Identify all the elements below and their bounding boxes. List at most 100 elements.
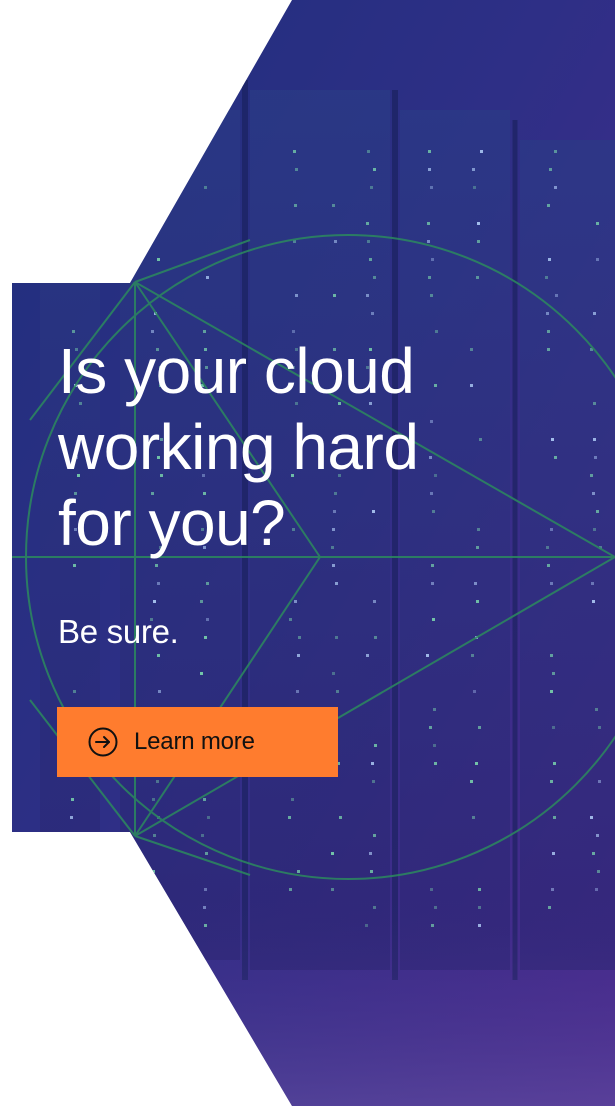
rack-light	[155, 150, 158, 153]
rack-light	[204, 186, 207, 189]
rack-light	[158, 186, 161, 189]
rack-light	[201, 834, 204, 837]
rack-light	[596, 222, 599, 225]
rack-light	[473, 186, 476, 189]
rack-light	[200, 600, 203, 603]
rack-light	[548, 258, 551, 261]
rack-light	[156, 780, 159, 783]
rack-light	[333, 294, 336, 297]
arrow-right-circle-icon	[88, 727, 118, 757]
rack-light	[550, 654, 553, 657]
rack-light	[373, 276, 376, 279]
rack-light	[296, 690, 299, 693]
rack-light	[331, 852, 334, 855]
rack-light	[598, 726, 601, 729]
rack-light	[593, 438, 596, 441]
rack-light	[427, 240, 430, 243]
rack-light	[428, 276, 431, 279]
rack-light	[373, 168, 376, 171]
rack-light	[203, 798, 206, 801]
rack-light	[545, 276, 548, 279]
rack-light	[430, 888, 433, 891]
rack-light	[79, 258, 82, 261]
rack-light	[334, 240, 337, 243]
rack-light	[335, 582, 338, 585]
rack-light	[297, 870, 300, 873]
rack-light	[366, 654, 369, 657]
rack-light	[597, 870, 600, 873]
rack-light	[477, 222, 480, 225]
rack-light	[374, 636, 377, 639]
rack-light	[157, 654, 160, 657]
rack-light	[596, 258, 599, 261]
rack-light	[297, 654, 300, 657]
rack-light	[371, 312, 374, 315]
rack-light	[431, 564, 434, 567]
rack-light	[367, 150, 370, 153]
rack-light	[473, 690, 476, 693]
rack-light	[153, 600, 156, 603]
rack-light	[553, 762, 556, 765]
learn-more-label: Learn more	[134, 728, 255, 755]
subline: Be sure.	[58, 613, 179, 650]
rack-light	[370, 870, 373, 873]
rack-light	[75, 222, 78, 225]
rack-light	[155, 222, 158, 225]
rack-light	[476, 600, 479, 603]
rack-light	[294, 600, 297, 603]
rack-light	[332, 672, 335, 675]
rack-light	[478, 888, 481, 891]
rack-light	[205, 852, 208, 855]
rack-light	[472, 168, 475, 171]
rack-light	[70, 816, 73, 819]
rack-light	[374, 744, 377, 747]
learn-more-button[interactable]: Learn more	[57, 707, 338, 777]
rack-light	[73, 690, 76, 693]
rack-light	[156, 204, 159, 207]
rack-light	[427, 222, 430, 225]
rack-light	[554, 150, 557, 153]
rack-light	[552, 672, 555, 675]
rack-light	[332, 204, 335, 207]
rack-light	[159, 906, 162, 909]
rack-light	[371, 762, 374, 765]
rack-light	[153, 834, 156, 837]
rack-light	[430, 294, 433, 297]
rack-light	[157, 258, 160, 261]
rack-light	[73, 204, 76, 207]
rack-light	[335, 636, 338, 639]
rack-light	[426, 654, 429, 657]
rack-light	[373, 600, 376, 603]
rack-light	[204, 636, 207, 639]
rack-light	[206, 618, 209, 621]
rack-light	[549, 168, 552, 171]
rack-light	[433, 708, 436, 711]
rack-light	[470, 780, 473, 783]
rack-light	[151, 168, 154, 171]
rack-light	[152, 924, 155, 927]
rack-light	[433, 744, 436, 747]
rack-light	[71, 798, 74, 801]
rack-light	[295, 168, 298, 171]
rack-light	[478, 726, 481, 729]
headline-line: Is your cloud	[58, 335, 415, 407]
rack-light	[206, 276, 209, 279]
rack-light	[555, 294, 558, 297]
cloud-ad-banner[interactable]: Is your cloud working hard for you? Be s…	[0, 0, 615, 1106]
rack-light	[428, 168, 431, 171]
rack-light	[155, 564, 158, 567]
rack-light	[598, 780, 601, 783]
rack-light	[550, 690, 553, 693]
rack-light	[293, 150, 296, 153]
rack-light	[590, 474, 593, 477]
rack-light	[295, 294, 298, 297]
rack-light	[547, 564, 550, 567]
headline: Is your cloud working hard for you?	[58, 333, 578, 561]
rack-light	[475, 762, 478, 765]
rack-light	[593, 312, 596, 315]
rack-light	[369, 258, 372, 261]
rack-light	[331, 888, 334, 891]
rack-light	[336, 690, 339, 693]
rack-light	[596, 834, 599, 837]
rack-light	[288, 816, 291, 819]
